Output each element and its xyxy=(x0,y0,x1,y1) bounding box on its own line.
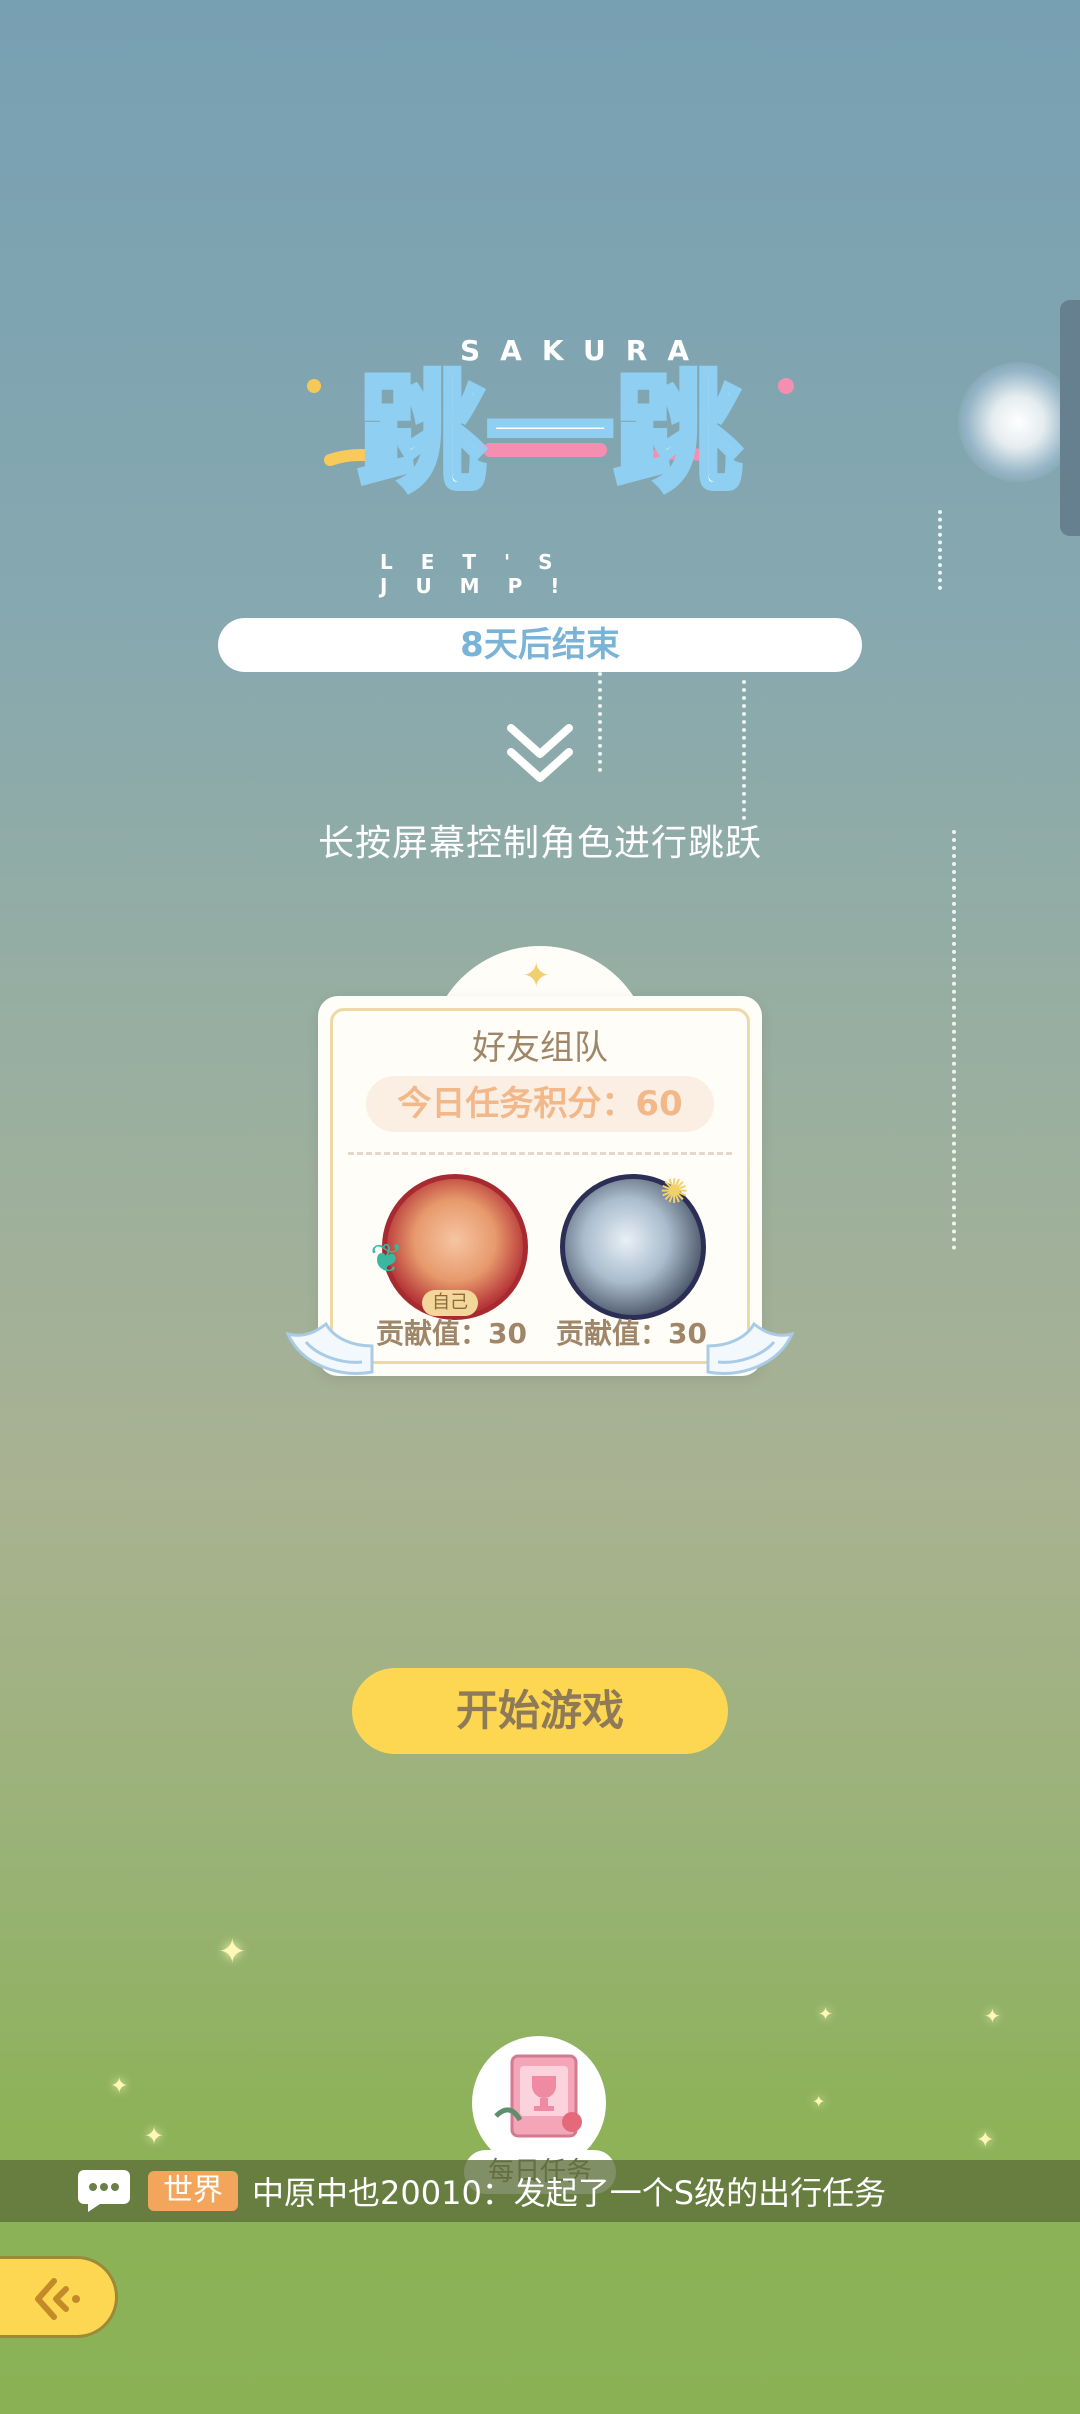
game-instruction: 长按屏幕控制角色进行跳跃 xyxy=(317,823,762,864)
sparkle-icon: ✦ xyxy=(818,2004,834,2025)
chat-message: 中原中也20010：发起了一个S级的出行任务 xyxy=(252,2174,887,2212)
sparkle-icon: ✦ xyxy=(218,1932,247,1972)
side-panel-tab[interactable] xyxy=(1060,300,1080,536)
sun-icon: ✺ xyxy=(660,1172,689,1212)
logo-lets-jump: LET'S JUMP! xyxy=(380,550,588,598)
start-game-button[interactable]: 开始游戏 xyxy=(352,1668,728,1754)
star-icon: ✦ xyxy=(522,956,551,996)
contribution-friend: 贡献值：30 xyxy=(556,1317,707,1350)
right-wing-icon xyxy=(706,1321,795,1375)
sparkle-icon: ✦ xyxy=(144,2122,165,2150)
chat-bubble-icon[interactable] xyxy=(76,2166,132,2214)
contribution-self: 贡献值：30 xyxy=(376,1317,527,1350)
sparkle-icon: ✦ xyxy=(110,2074,129,2099)
card-divider xyxy=(348,1152,732,1155)
back-button[interactable] xyxy=(0,2256,118,2338)
daily-score: 今日任务积分：60 xyxy=(366,1076,714,1132)
logo-title-art: 跳一跳 xyxy=(307,360,794,512)
game-logo: SAKURA 跳一跳 LET'S JUMP! xyxy=(280,320,820,598)
event-countdown: 8天后结束 xyxy=(218,618,862,672)
logo-title-text: 跳一跳 xyxy=(358,360,742,509)
back-arrow-icon xyxy=(35,2278,80,2320)
world-channel-tag: 世界 xyxy=(148,2171,238,2211)
left-wing-icon xyxy=(285,1321,374,1375)
chevron-down-icon xyxy=(507,724,573,782)
dotted-trail xyxy=(742,680,746,820)
dotted-trail xyxy=(938,510,942,590)
butterfly-icon: ❦ xyxy=(370,1236,404,1282)
sparkle-icon: ✦ xyxy=(984,2004,1001,2028)
task-book-icon xyxy=(494,2054,582,2138)
sparkle-icon: ✦ xyxy=(812,2092,826,2111)
sparkle-icon: ✦ xyxy=(976,2128,995,2153)
dotted-trail xyxy=(598,672,602,772)
team-card-title: 好友组队 xyxy=(472,1028,608,1068)
dotted-trail xyxy=(952,830,956,1250)
